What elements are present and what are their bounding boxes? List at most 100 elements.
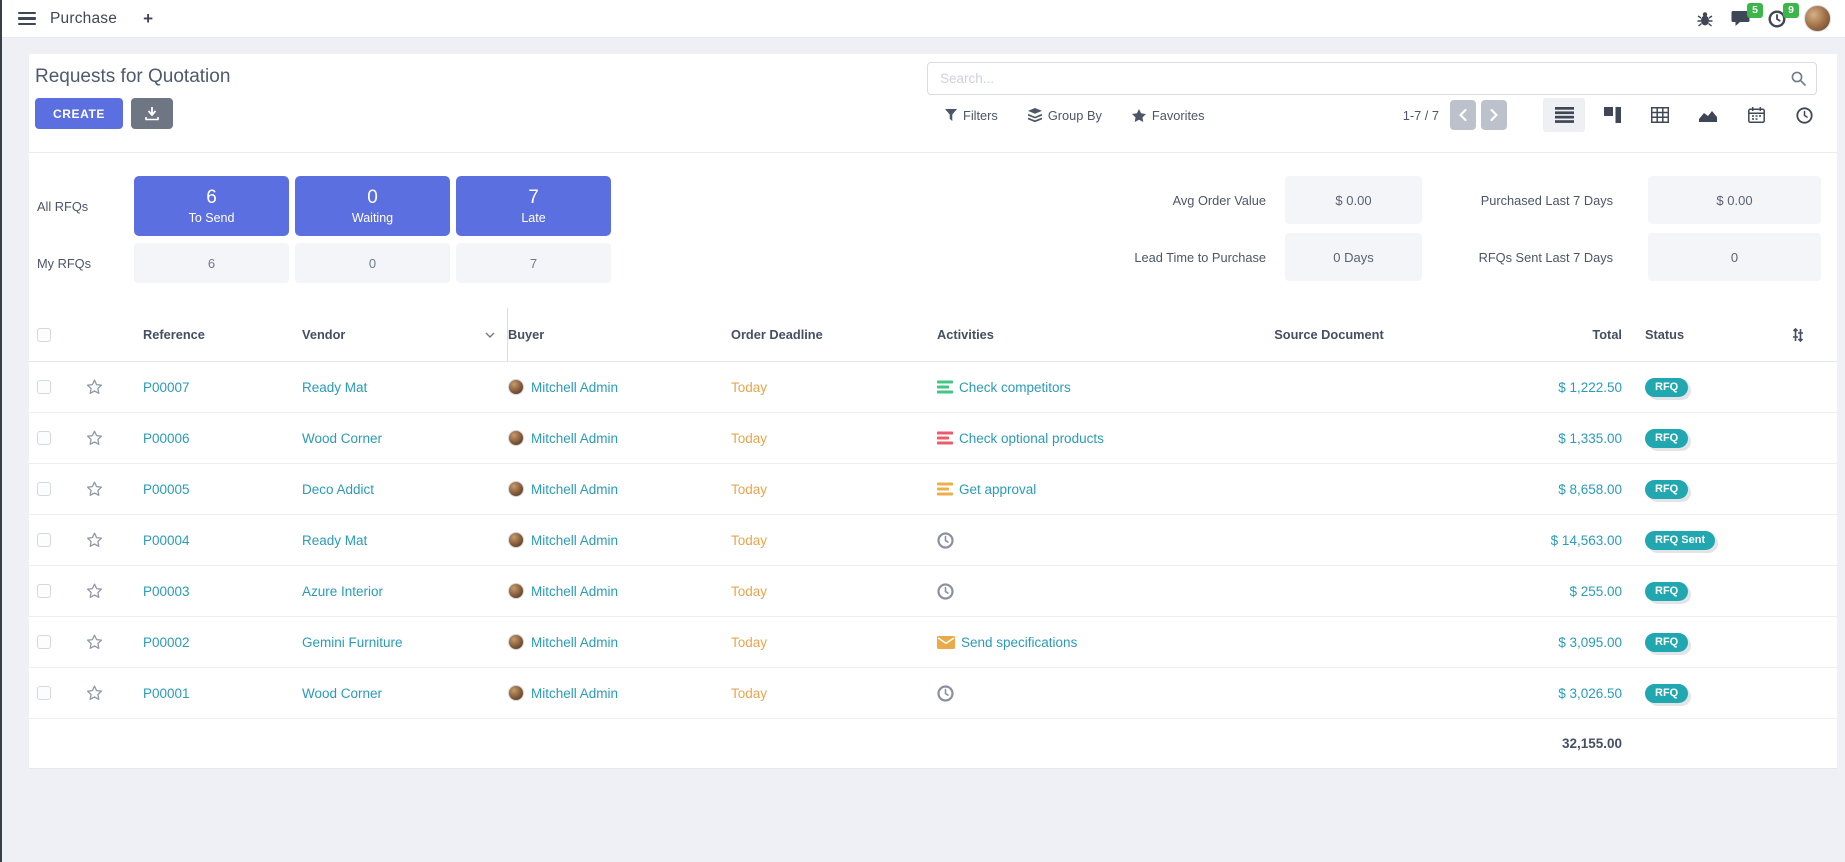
- vendor-link[interactable]: Gemini Furniture: [302, 635, 403, 650]
- column-header-vendor[interactable]: Vendor: [302, 308, 508, 361]
- envelope-activity-icon[interactable]: [937, 636, 955, 649]
- table-row[interactable]: P00007 Ready Mat Mitchell Admin Today Ch…: [29, 362, 1837, 413]
- search-icon[interactable]: [1791, 71, 1806, 86]
- buyer-avatar: [508, 583, 524, 599]
- column-header-deadline[interactable]: Order Deadline: [731, 308, 937, 361]
- rfq-reference-link[interactable]: P00007: [143, 380, 190, 395]
- tasks-activity-icon[interactable]: [937, 431, 953, 445]
- favorite-star-icon[interactable]: [65, 583, 123, 599]
- activity-count-badge: 9: [1783, 3, 1799, 18]
- new-tab-button[interactable]: +: [143, 9, 153, 29]
- waiting-card[interactable]: 0 Waiting: [295, 176, 450, 236]
- search-input[interactable]: [940, 71, 1791, 86]
- pivot-view-button[interactable]: [1639, 98, 1681, 132]
- row-checkbox[interactable]: [37, 533, 51, 547]
- apps-menu-icon[interactable]: [16, 8, 38, 30]
- vendor-link[interactable]: Wood Corner: [302, 686, 382, 701]
- activity-label[interactable]: Check optional products: [959, 431, 1104, 446]
- buyer-link[interactable]: Mitchell Admin: [531, 635, 618, 650]
- rfq-reference-link[interactable]: P00006: [143, 431, 190, 446]
- my-to-send-card[interactable]: 6: [134, 243, 289, 283]
- clock-activity-icon[interactable]: [937, 583, 954, 600]
- list-view-button[interactable]: [1543, 98, 1585, 132]
- table-row[interactable]: P00001 Wood Corner Mitchell Admin Today …: [29, 668, 1837, 719]
- footer-total: 32,155.00: [1529, 736, 1629, 751]
- favorite-star-icon[interactable]: [65, 481, 123, 497]
- buyer-avatar: [508, 634, 524, 650]
- tasks-activity-icon[interactable]: [937, 482, 953, 496]
- row-checkbox[interactable]: [37, 380, 51, 394]
- vendor-link[interactable]: Deco Addict: [302, 482, 374, 497]
- tasks-activity-icon[interactable]: [937, 380, 953, 394]
- table-row[interactable]: P00005 Deco Addict Mitchell Admin Today …: [29, 464, 1837, 515]
- row-checkbox[interactable]: [37, 482, 51, 496]
- buyer-link[interactable]: Mitchell Admin: [531, 686, 618, 701]
- activity-view-button[interactable]: [1783, 98, 1825, 132]
- adjust-columns-icon: [1791, 328, 1805, 342]
- my-waiting-card[interactable]: 0: [295, 243, 450, 283]
- buyer-link[interactable]: Mitchell Admin: [531, 584, 618, 599]
- row-checkbox[interactable]: [37, 686, 51, 700]
- favorite-star-icon[interactable]: [65, 379, 123, 395]
- pager-next-button[interactable]: [1481, 100, 1507, 130]
- kanban-view-button[interactable]: [1591, 98, 1633, 132]
- column-header-source[interactable]: Source Document: [1129, 308, 1529, 361]
- favorite-star-icon[interactable]: [65, 634, 123, 650]
- select-all-checkbox[interactable]: [37, 328, 51, 342]
- activity-label[interactable]: Check competitors: [959, 380, 1071, 395]
- rfq-reference-link[interactable]: P00003: [143, 584, 190, 599]
- table-row[interactable]: P00002 Gemini Furniture Mitchell Admin T…: [29, 617, 1837, 668]
- vendor-link[interactable]: Azure Interior: [302, 584, 383, 599]
- rfqs-sent-last-7-days-box: 0: [1648, 233, 1821, 281]
- vendor-link[interactable]: Wood Corner: [302, 431, 382, 446]
- buyer-link[interactable]: Mitchell Admin: [531, 431, 618, 446]
- rfq-reference-link[interactable]: P00005: [143, 482, 190, 497]
- pager-previous-button[interactable]: [1450, 100, 1476, 130]
- app-menu-button[interactable]: Purchase: [50, 10, 117, 28]
- lead-time-label: Lead Time to Purchase: [1006, 250, 1266, 265]
- to-send-card[interactable]: 6 To Send: [134, 176, 289, 236]
- filters-button[interactable]: Filters: [945, 108, 998, 123]
- table-row[interactable]: P00004 Ready Mat Mitchell Admin Today $ …: [29, 515, 1837, 566]
- table-row[interactable]: P00006 Wood Corner Mitchell Admin Today …: [29, 413, 1837, 464]
- my-late-card[interactable]: 7: [456, 243, 611, 283]
- rfq-reference-link[interactable]: P00001: [143, 686, 190, 701]
- messages-button[interactable]: 5: [1731, 10, 1750, 27]
- filter-funnel-icon: [945, 109, 957, 121]
- debug-bug-icon[interactable]: [1697, 11, 1713, 27]
- column-header-buyer[interactable]: Buyer: [508, 308, 731, 361]
- buyer-link[interactable]: Mitchell Admin: [531, 380, 618, 395]
- activity-label[interactable]: Get approval: [959, 482, 1036, 497]
- favorite-star-icon[interactable]: [65, 430, 123, 446]
- rfq-total: $ 3,095.00: [1558, 635, 1622, 650]
- column-header-reference[interactable]: Reference: [123, 308, 302, 361]
- favorite-star-icon[interactable]: [65, 532, 123, 548]
- group-by-button[interactable]: Group By: [1028, 108, 1102, 123]
- favorites-button[interactable]: Favorites: [1132, 108, 1205, 123]
- row-checkbox[interactable]: [37, 431, 51, 445]
- optional-columns-button[interactable]: [1749, 308, 1837, 361]
- buyer-link[interactable]: Mitchell Admin: [531, 482, 618, 497]
- export-button[interactable]: [131, 98, 173, 129]
- create-button[interactable]: CREATE: [35, 98, 123, 129]
- vendor-link[interactable]: Ready Mat: [302, 533, 367, 548]
- favorite-star-icon[interactable]: [65, 685, 123, 701]
- clock-activity-icon[interactable]: [937, 685, 954, 702]
- table-row[interactable]: P00003 Azure Interior Mitchell Admin Tod…: [29, 566, 1837, 617]
- row-checkbox[interactable]: [37, 635, 51, 649]
- column-header-activities[interactable]: Activities: [937, 308, 1129, 361]
- buyer-link[interactable]: Mitchell Admin: [531, 533, 618, 548]
- user-avatar[interactable]: [1804, 5, 1831, 32]
- row-checkbox[interactable]: [37, 584, 51, 598]
- rfq-reference-link[interactable]: P00002: [143, 635, 190, 650]
- vendor-link[interactable]: Ready Mat: [302, 380, 367, 395]
- rfq-reference-link[interactable]: P00004: [143, 533, 190, 548]
- late-card[interactable]: 7 Late: [456, 176, 611, 236]
- graph-view-button[interactable]: [1687, 98, 1729, 132]
- column-header-status[interactable]: Status: [1629, 308, 1749, 361]
- clock-activity-icon[interactable]: [937, 532, 954, 549]
- activities-button[interactable]: 9: [1768, 10, 1786, 28]
- column-header-total[interactable]: Total: [1529, 308, 1629, 361]
- activity-label[interactable]: Send specifications: [961, 635, 1077, 650]
- calendar-view-button[interactable]: [1735, 98, 1777, 132]
